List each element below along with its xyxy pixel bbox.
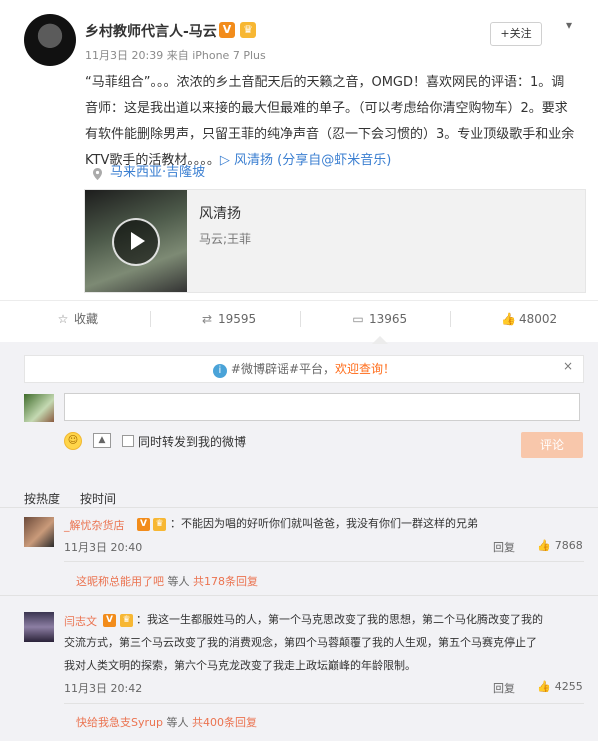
vip-icon: V (137, 518, 150, 531)
notice-topic[interactable]: #微博辟谣#平台， (231, 362, 335, 376)
favorite-button[interactable]: ☆ 收藏 (56, 301, 98, 337)
comment-like-button[interactable]: 👍 4255 (537, 680, 583, 693)
thumbs-up-icon: 👍 (537, 539, 551, 552)
crown-icon: ♛ (120, 614, 133, 627)
sub-reply-count[interactable]: 共400条回复 (192, 716, 257, 729)
action-bar: ☆ 收藏 ⇄ 19595 ▭ 13965 👍 48002 (0, 300, 598, 337)
repost-count: 19595 (218, 312, 257, 326)
emoji-icon[interactable]: ☺ (64, 432, 82, 450)
comment-count: 13965 (369, 312, 408, 326)
comment-like-count: 4255 (554, 680, 583, 693)
share-source[interactable]: (分享自@虾米音乐) (273, 153, 391, 168)
weibo-post-page: 乡村教师代言人-马云 V ♛ 11月3日 20:39 来自 iPhone 7 P… (0, 0, 598, 741)
song-artists: 马云;王菲 (199, 232, 252, 246)
song-share-link[interactable]: ▷ 风清扬 (220, 153, 273, 168)
sub-reply-count[interactable]: 共178条回复 (193, 575, 258, 588)
reply-button[interactable]: 回复 (493, 539, 515, 555)
repost-button[interactable]: ⇄ 19595 (200, 301, 256, 337)
star-icon: ☆ (57, 312, 69, 326)
divider (64, 561, 584, 562)
comment-text-line1: ：我这一生都服姓马的人，第一个马克思改变了我的思想，第二个马化腾改变了我的 (136, 613, 543, 626)
location-icon (93, 165, 102, 180)
my-avatar (24, 394, 54, 422)
commenter-name[interactable]: 闫志文 (64, 613, 97, 629)
commenter-avatar[interactable] (24, 517, 54, 547)
sub-replies[interactable]: 这昵称总能用了吧 等人 共178条回复 (76, 573, 258, 589)
verified-icon: V (219, 22, 235, 38)
comment-like-button[interactable]: 👍 7868 (537, 539, 583, 552)
sub-replies[interactable]: 快给我急支Syrup 等人 共400条回复 (76, 714, 257, 730)
reply-button[interactable]: 回复 (493, 680, 515, 696)
comment-button[interactable]: ▭ 13965 (351, 301, 407, 337)
thumbs-up-icon: 👍 (537, 680, 551, 693)
thumbs-up-icon: 👍 (501, 312, 516, 326)
comment-like-count: 7868 (554, 539, 583, 552)
location-link[interactable]: 马来西亚·吉隆坡 (110, 161, 205, 180)
sub-reply-user[interactable]: 这昵称总能用了吧 (76, 575, 164, 588)
rumor-notice: i #微博辟谣#平台，欢迎查询！ (24, 355, 584, 383)
like-button[interactable]: 👍 48002 (501, 301, 557, 337)
close-icon[interactable]: × (563, 359, 573, 373)
divider (150, 311, 151, 327)
location-text: 马来西亚·吉隆坡 (110, 165, 206, 180)
sub-reply-mid: 等人 (162, 716, 192, 729)
comment-text-line3: 我对人类文明的探索，第六个马克龙改变了我走上政坛巅峰的年龄限制。 (64, 659, 416, 672)
music-card[interactable]: 风清扬 马云;王菲 (84, 189, 586, 293)
author-name[interactable]: 乡村教师代言人-马云 (85, 21, 217, 41)
divider (0, 595, 598, 596)
repost-checkbox-label[interactable]: 同时转发到我的微博 (138, 433, 246, 450)
notice-welcome[interactable]: 欢迎查询！ (335, 362, 395, 376)
image-icon[interactable]: ▲ (93, 433, 111, 448)
post-meta: 11月3日 20:39 来自 iPhone 7 Plus (85, 47, 266, 63)
post-source: 来自 iPhone 7 Plus (166, 49, 266, 62)
repost-checkbox[interactable] (122, 435, 134, 447)
vip-icon: V (103, 614, 116, 627)
crown-icon: ♛ (240, 22, 256, 38)
sub-reply-mid: 等人 (164, 575, 193, 588)
author-avatar[interactable] (24, 14, 76, 66)
submit-comment-button[interactable]: 评论 (521, 432, 583, 458)
divider (0, 507, 598, 508)
comment-time: 11月3日 20:42 (64, 682, 143, 695)
like-count: 48002 (519, 312, 558, 326)
album-cover[interactable] (85, 190, 187, 292)
post-body: “马菲组合”。。。浓浓的乡土音配天后的天籁之音，OMGD！喜欢网民的评语：1。调… (85, 70, 575, 174)
repost-icon: ⇄ (201, 312, 213, 326)
post-time[interactable]: 11月3日 20:39 (85, 49, 163, 62)
sort-by-time[interactable]: 按时间 (80, 490, 116, 507)
info-icon: i (212, 364, 227, 378)
follow-button[interactable]: +关注 (490, 22, 542, 46)
comment-icon: ▭ (352, 312, 364, 326)
divider (300, 311, 301, 327)
favorite-label: 收藏 (74, 312, 99, 326)
sort-by-hot[interactable]: 按热度 (24, 490, 60, 507)
song-title[interactable]: 风清扬 (199, 203, 241, 223)
play-icon[interactable] (112, 218, 160, 266)
comment-text: ：不能因为唱的好听你们就叫爸爸，我没有你们一群这样的兄弟 (170, 517, 478, 530)
comment-time: 11月3日 20:40 (64, 541, 143, 554)
comment-input[interactable] (64, 393, 580, 421)
comment-text-line2: 交流方式，第三个马云改变了我的消费观念，第四个马蓉颠覆了我的人生观，第五个马赛克… (64, 636, 537, 649)
crown-icon: ♛ (153, 518, 166, 531)
divider (64, 703, 584, 704)
commenter-name[interactable]: _解忧杂货店 (64, 517, 125, 533)
divider (450, 311, 451, 327)
commenter-avatar[interactable] (24, 612, 54, 642)
comment-caret (372, 336, 388, 344)
chevron-down-icon[interactable]: ▾ (566, 18, 572, 32)
sub-reply-user[interactable]: 快给我急支Syrup (76, 716, 163, 729)
